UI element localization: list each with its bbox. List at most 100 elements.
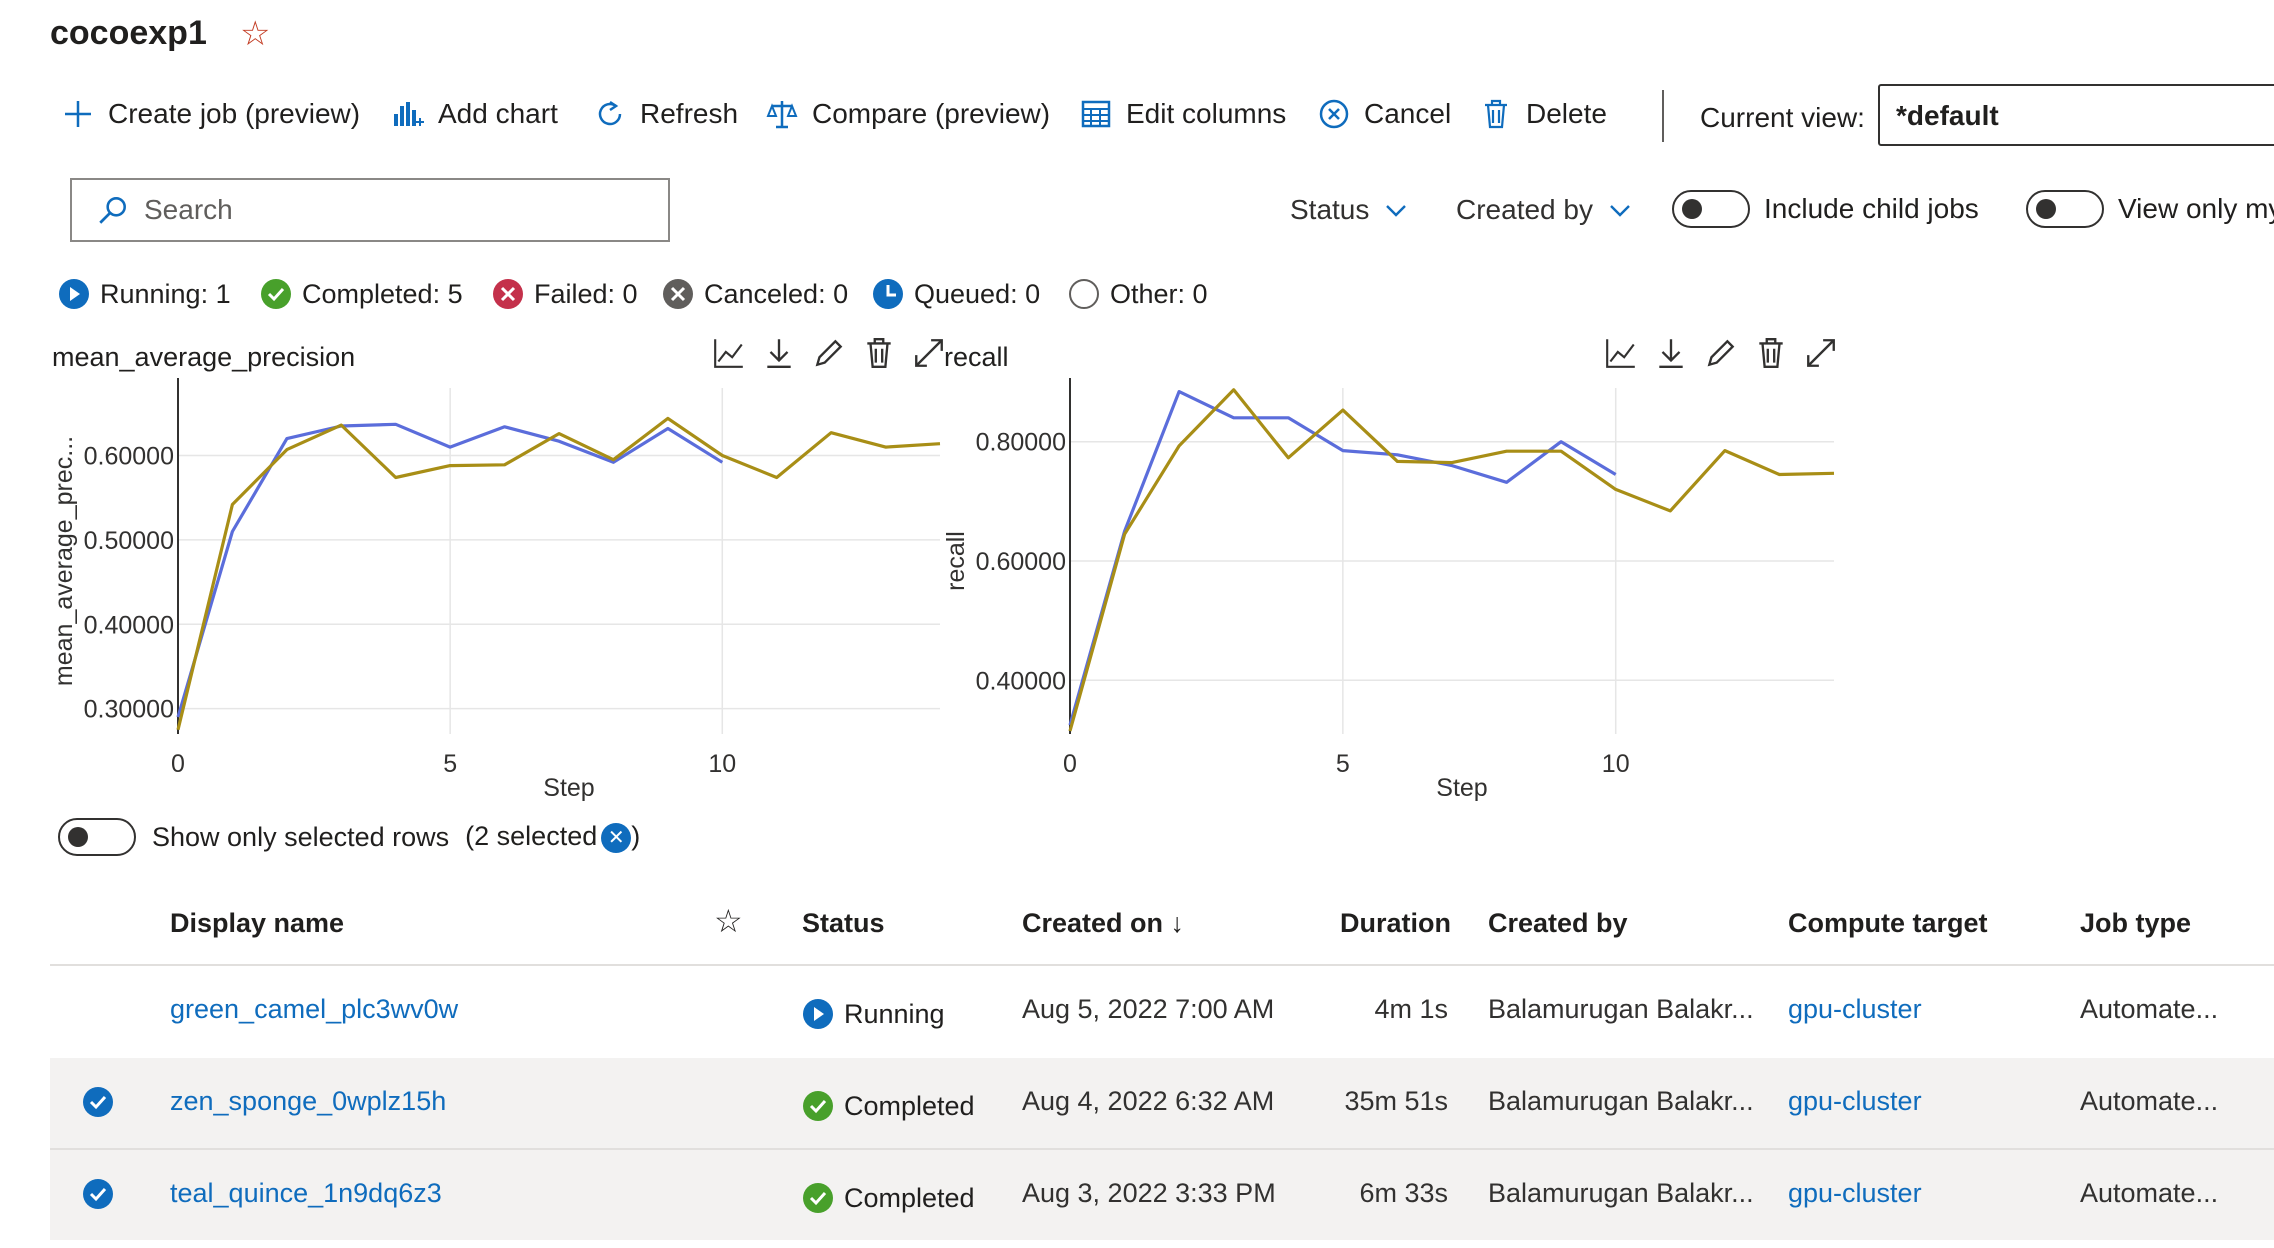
search-input[interactable]: Search: [70, 178, 670, 242]
column-created-by[interactable]: Created by: [1488, 908, 1628, 939]
status-text: Completed: [844, 1090, 975, 1121]
compute-target-link[interactable]: gpu-cluster: [1788, 1086, 1922, 1117]
cancel-circle-icon: [1319, 99, 1349, 129]
row-checkbox-checked-icon[interactable]: [82, 1178, 114, 1210]
pencil-icon[interactable]: [1704, 336, 1738, 370]
check-circle-icon: [803, 1183, 833, 1213]
empty-circle-icon: [1069, 279, 1099, 309]
x-axis-label: Step: [1436, 774, 1487, 802]
duration-cell: 6m 33s: [1359, 1178, 1448, 1208]
y-tick-label: 0.80000: [976, 429, 1066, 457]
run-name-link[interactable]: zen_sponge_0wplz15h: [170, 1086, 446, 1117]
current-view-select[interactable]: *default: [1878, 84, 2274, 146]
canceled-count[interactable]: Canceled: 0: [662, 278, 848, 310]
status-filter-dropdown[interactable]: Status: [1290, 194, 1409, 226]
column-duration[interactable]: Duration: [1340, 908, 1451, 939]
row-checkbox-checked-icon[interactable]: [82, 1086, 114, 1118]
running-icon: [803, 999, 833, 1029]
status-filter-label: Status: [1290, 194, 1370, 225]
column-display-name[interactable]: Display name: [170, 908, 344, 939]
selected-count: (2 selected ✕): [465, 821, 640, 853]
edit-columns-button[interactable]: Edit columns: [1080, 98, 1286, 130]
job-type-cell: Automate...: [2080, 1086, 2219, 1116]
created-on-cell: Aug 5, 2022 7:00 AM: [1022, 994, 1275, 1024]
chevron-down-icon: [1386, 205, 1407, 217]
chevron-down-icon: [1610, 205, 1630, 217]
refresh-label: Refresh: [640, 98, 739, 129]
delete-label: Delete: [1526, 98, 1607, 129]
trash-icon[interactable]: [1754, 336, 1788, 370]
x-tick-label: 0: [1063, 750, 1077, 778]
edit-columns-label: Edit columns: [1126, 98, 1287, 129]
compute-target-link[interactable]: gpu-cluster: [1788, 994, 1922, 1025]
view-only-mine-toggle[interactable]: [2026, 190, 2104, 228]
created-on-cell: Aug 4, 2022 6:32 AM: [1022, 1086, 1275, 1116]
expand-icon[interactable]: [912, 336, 946, 370]
running-icon: [59, 279, 89, 309]
show-selected-toggle[interactable]: [58, 818, 136, 856]
include-child-jobs-toggle-group: Include child jobs: [1672, 190, 1979, 228]
chart-recall: 0.40000 0.60000 0.80000 0 5 10 Step recall: [942, 378, 1835, 802]
chart-title-recall: recall: [944, 342, 1009, 372]
column-compute-target[interactable]: Compute target: [1788, 908, 1988, 939]
column-created-on[interactable]: Created on ↓: [1022, 908, 1184, 939]
download-icon[interactable]: [1654, 336, 1688, 370]
pencil-icon[interactable]: [812, 336, 846, 370]
created-on-cell: Aug 3, 2022 3:33 PM: [1022, 1178, 1276, 1208]
cancel-button[interactable]: Cancel: [1318, 98, 1451, 130]
status-text: Completed: [844, 1182, 975, 1213]
clock-icon: [873, 279, 903, 309]
toolbar-divider: [1662, 90, 1664, 142]
expand-icon[interactable]: [1804, 336, 1838, 370]
trash-icon[interactable]: [862, 336, 896, 370]
view-only-mine-label: View only my: [2118, 193, 2274, 224]
other-count[interactable]: Other: 0: [1068, 278, 1208, 310]
favorite-star-icon[interactable]: ☆: [240, 14, 270, 54]
y-tick-label: 0.50000: [84, 527, 174, 555]
check-circle-icon: [261, 279, 291, 309]
compare-button[interactable]: Compare (preview): [766, 98, 1050, 130]
y-tick-label: 0.40000: [976, 667, 1066, 695]
include-child-jobs-toggle[interactable]: [1672, 190, 1750, 228]
completed-count[interactable]: Completed: 5: [260, 278, 463, 310]
x-axis-label: Step: [543, 774, 594, 802]
running-count[interactable]: Running: 1: [58, 278, 231, 310]
refresh-button[interactable]: Refresh: [594, 98, 738, 130]
created-by-filter-label: Created by: [1456, 194, 1593, 225]
star-column-icon[interactable]: ☆: [714, 902, 743, 940]
series-line: [176, 416, 941, 731]
canceled-circle-icon: [663, 279, 693, 309]
clear-selection-icon[interactable]: ✕: [601, 822, 632, 853]
column-status[interactable]: Status: [802, 908, 885, 939]
x-tick-label: 10: [1602, 750, 1630, 778]
x-tick-label: 5: [443, 750, 457, 778]
duration-cell: 35m 51s: [1344, 1086, 1448, 1116]
line-chart-icon[interactable]: [712, 336, 746, 370]
create-job-label: Create job (preview): [108, 98, 361, 129]
created-by-cell: Balamurugan Balakr...: [1488, 994, 1754, 1024]
running-count-label: Running: 1: [100, 278, 231, 309]
refresh-icon: [598, 100, 622, 126]
column-job-type[interactable]: Job type: [2080, 908, 2191, 939]
show-selected-row: Show only selected rows (2 selected ✕): [58, 818, 640, 856]
run-name-link[interactable]: green_camel_plc3wv0w: [170, 994, 458, 1025]
created-by-cell: Balamurugan Balakr...: [1488, 1086, 1754, 1116]
download-icon[interactable]: [762, 336, 796, 370]
create-job-button[interactable]: Create job (preview): [62, 98, 360, 130]
other-count-label: Other: 0: [1110, 278, 1208, 309]
line-chart-icon[interactable]: [1604, 336, 1638, 370]
add-chart-button[interactable]: Add chart: [392, 98, 558, 130]
chart-tools-recall: [1604, 336, 1838, 370]
compute-target-link[interactable]: gpu-cluster: [1788, 1178, 1922, 1209]
y-tick-label: 0.60000: [84, 443, 174, 471]
chart-mean-average-precision: 0.30000 0.40000 0.50000 0.60000 0 5 10 Step mean…: [50, 378, 941, 802]
queued-count[interactable]: Queued: 0: [872, 278, 1040, 310]
show-selected-label: Show only selected rows: [152, 821, 450, 852]
run-name-link[interactable]: teal_quince_1n9dq6z3: [170, 1178, 442, 1209]
y-tick-label: 0.40000: [84, 611, 174, 639]
status-cell: Completed: [802, 1090, 975, 1122]
y-axis-label: recall: [942, 531, 970, 591]
created-by-filter-dropdown[interactable]: Created by: [1456, 194, 1633, 226]
failed-count[interactable]: Failed: 0: [492, 278, 638, 310]
delete-button[interactable]: Delete: [1480, 98, 1607, 130]
